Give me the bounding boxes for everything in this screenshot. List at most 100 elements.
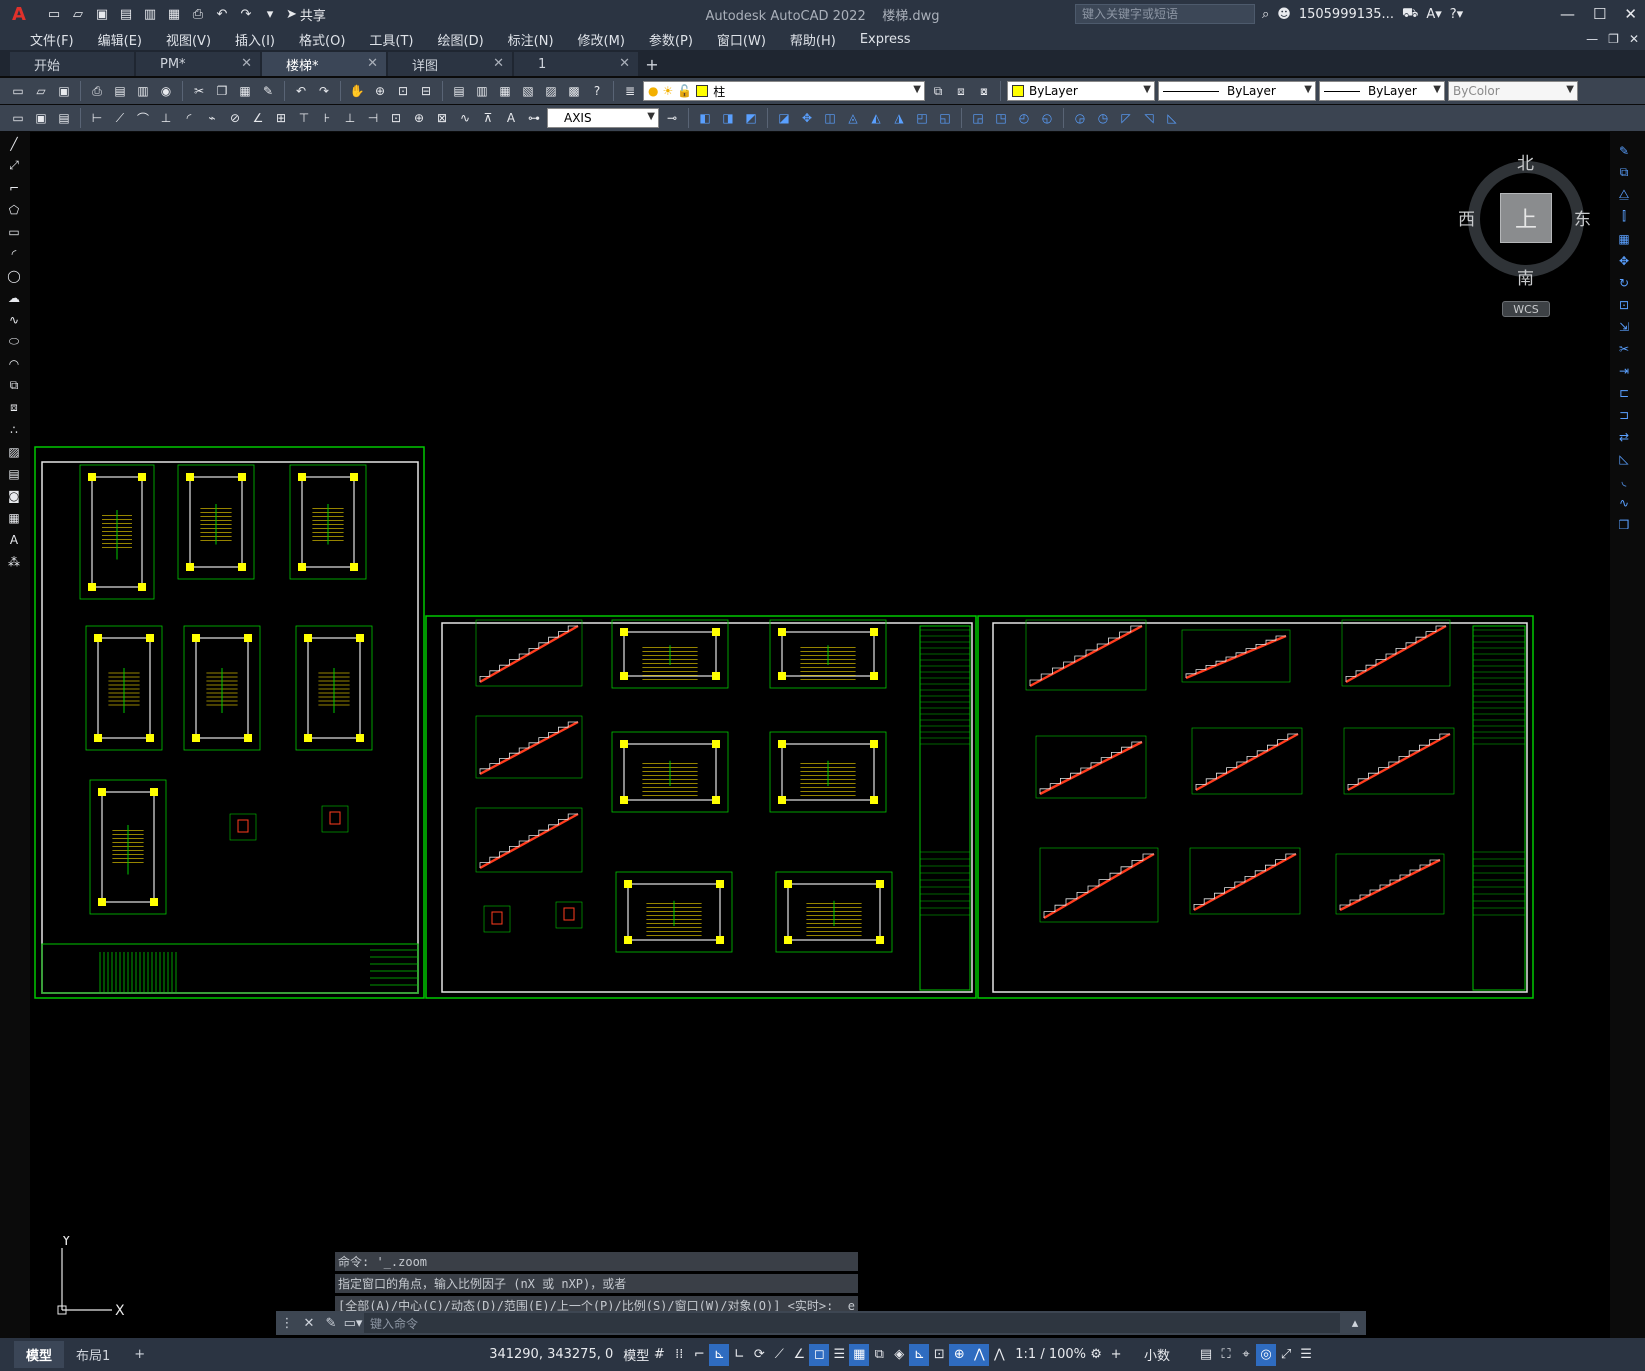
menu-item[interactable]: 修改(M) bbox=[566, 30, 637, 49]
linetype-dropdown[interactable]: ByLayer ▼ bbox=[1158, 81, 1316, 101]
offset-icon[interactable]: ⫿ bbox=[1614, 208, 1634, 225]
dimstyle-manager-icon[interactable]: ⊸ bbox=[662, 108, 682, 128]
box-icon[interactable]: ◫ bbox=[820, 108, 840, 128]
qnew-icon[interactable]: ▭ bbox=[8, 81, 28, 101]
arc-icon[interactable]: ◜ bbox=[4, 245, 24, 262]
intersect-icon[interactable]: ◵ bbox=[1037, 108, 1057, 128]
doc-close-icon[interactable]: ✕ bbox=[1629, 32, 1639, 46]
auto-scale-icon[interactable]: ⋀ bbox=[989, 1344, 1009, 1366]
customization-icon[interactable]: ☰ bbox=[1296, 1344, 1316, 1366]
layer-dropdown[interactable]: ● ☀ 🔓 柱 ▼ bbox=[643, 81, 925, 101]
baseline-icon[interactable]: ⊤ bbox=[294, 108, 314, 128]
multiline-text-icon[interactable]: A bbox=[4, 531, 24, 548]
help-icon[interactable]: ?▾ bbox=[1450, 7, 1463, 22]
units-readout[interactable]: 小数 bbox=[1144, 1345, 1170, 1364]
diameter-icon[interactable]: ⊘ bbox=[225, 108, 245, 128]
close-icon[interactable]: ✕ bbox=[1624, 5, 1637, 23]
spline-icon[interactable]: ∿ bbox=[4, 311, 24, 328]
menu-item[interactable]: 文件(F) bbox=[18, 30, 86, 49]
lineweight-icon[interactable]: ☰ bbox=[829, 1344, 849, 1366]
dim-edit-icon[interactable]: ⊼ bbox=[478, 108, 498, 128]
close-tab-icon[interactable]: ✕ bbox=[493, 56, 504, 71]
model-space-toggle[interactable]: 模型 bbox=[623, 1345, 649, 1364]
snap-icon[interactable]: ⁞⁞ bbox=[669, 1344, 689, 1366]
table-icon[interactable]: ▦ bbox=[4, 509, 24, 526]
polygon-icon[interactable]: ⬠ bbox=[4, 201, 24, 218]
light-icon[interactable]: ◭ bbox=[866, 108, 886, 128]
chamfer-icon[interactable]: ◺ bbox=[1614, 450, 1634, 467]
new-tab-icon[interactable]: + bbox=[640, 52, 664, 76]
viewcube[interactable]: 上 北 南 西 东 WCS bbox=[1458, 154, 1591, 325]
object-snap-icon[interactable]: ◻ bbox=[809, 1343, 830, 1366]
cart-icon[interactable]: ⛟ bbox=[1402, 6, 1418, 23]
markup-icon[interactable]: ▨ bbox=[541, 81, 561, 101]
infer-icon[interactable]: ⌐ bbox=[689, 1344, 709, 1366]
compass-east[interactable]: 东 bbox=[1574, 205, 1591, 230]
menu-item[interactable]: 标注(N) bbox=[496, 30, 566, 49]
ordinate-icon[interactable]: ⊥ bbox=[156, 108, 176, 128]
3d-osnap-icon[interactable]: ◈ bbox=[889, 1344, 909, 1366]
circle-icon[interactable]: ◯ bbox=[4, 267, 24, 284]
redo-icon[interactable]: ↷ bbox=[236, 4, 256, 24]
menu-item[interactable]: 视图(V) bbox=[154, 30, 223, 49]
render-icon[interactable]: ◬ bbox=[843, 108, 863, 128]
camera-icon[interactable]: ◰ bbox=[912, 108, 932, 128]
ellipse-icon[interactable]: ⬭ bbox=[4, 333, 24, 350]
quick-dim-icon[interactable]: ⊞ bbox=[271, 108, 291, 128]
annotation-visibility-icon[interactable]: ⋀ bbox=[969, 1343, 990, 1366]
match-properties-icon[interactable]: ✎ bbox=[258, 81, 278, 101]
move-icon[interactable]: ✥ bbox=[1614, 252, 1634, 269]
line-icon[interactable]: ╱ bbox=[4, 135, 24, 152]
menu-item[interactable]: 绘图(D) bbox=[426, 30, 496, 49]
rectangle-icon[interactable]: ▭ bbox=[4, 223, 24, 240]
shade-icon[interactable]: ◧ bbox=[695, 108, 715, 128]
lock-ui-icon[interactable]: ⛶ bbox=[1216, 1344, 1236, 1366]
fillet-icon[interactable]: ◟ bbox=[1614, 472, 1634, 489]
gradient-icon[interactable]: ▤ bbox=[4, 465, 24, 482]
sweep-icon[interactable]: ◸ bbox=[1116, 108, 1136, 128]
menu-item[interactable]: Express bbox=[848, 32, 923, 47]
ellipse-arc-icon[interactable]: ◠ bbox=[4, 355, 24, 372]
isolate-objects-icon[interactable]: ⌖ bbox=[1236, 1344, 1256, 1366]
jogged-linear-icon[interactable]: ∿ bbox=[455, 108, 475, 128]
grip-icon[interactable]: ⋮ bbox=[276, 1316, 298, 1331]
layer-states-icon[interactable]: ⧇ bbox=[974, 81, 994, 101]
dim-update-icon[interactable]: ⊶ bbox=[524, 108, 544, 128]
erase-icon[interactable]: ✎ bbox=[1614, 142, 1634, 159]
compass-north[interactable]: 北 bbox=[1517, 149, 1534, 174]
union-icon[interactable]: ◳ bbox=[991, 108, 1011, 128]
recent-commands-icon[interactable]: ▭▾ bbox=[342, 1316, 364, 1331]
subtract-icon[interactable]: ◴ bbox=[1014, 108, 1034, 128]
autodesk-app-icon[interactable]: A▾ bbox=[1426, 7, 1441, 22]
save-as-icon[interactable]: ▤ bbox=[116, 4, 136, 24]
object-snap-tracking-icon[interactable]: ∠ bbox=[789, 1344, 809, 1366]
viewcube-top-face[interactable]: 上 bbox=[1500, 193, 1552, 243]
menu-item[interactable]: 参数(P) bbox=[637, 30, 705, 49]
shade2-icon[interactable]: ◨ bbox=[718, 108, 738, 128]
maximize-icon[interactable]: ☐ bbox=[1593, 5, 1606, 23]
join-icon[interactable]: ⇄ bbox=[1614, 428, 1634, 445]
open-file-icon[interactable]: ▱ bbox=[68, 4, 88, 24]
extend-icon[interactable]: ⇥ bbox=[1614, 362, 1634, 379]
radius-icon[interactable]: ◜ bbox=[179, 108, 199, 128]
revolve-icon[interactable]: ◷ bbox=[1093, 108, 1113, 128]
customize-qat-icon[interactable]: ▾ bbox=[260, 4, 280, 24]
solid-icon[interactable]: ◲ bbox=[968, 108, 988, 128]
clean-screen-icon[interactable]: ⤢ bbox=[1276, 1344, 1296, 1366]
make-block-icon[interactable]: ⧈ bbox=[4, 399, 24, 416]
quick-properties-icon[interactable]: ▤ bbox=[1196, 1344, 1216, 1366]
dynamic-ucs-icon[interactable]: ⊾ bbox=[909, 1343, 930, 1366]
menu-item[interactable]: 窗口(W) bbox=[705, 30, 778, 49]
compass-south[interactable]: 南 bbox=[1517, 264, 1534, 289]
layer-tool-icon[interactable]: ▭ bbox=[8, 108, 28, 128]
redo-icon[interactable]: ↷ bbox=[314, 81, 334, 101]
command-input[interactable]: 键入命令 bbox=[364, 1313, 1340, 1333]
mirror-icon[interactable]: ⧋ bbox=[1614, 186, 1634, 203]
center-mark-icon[interactable]: ⊕ bbox=[409, 108, 429, 128]
isodraft-icon[interactable]: ⟋ bbox=[769, 1344, 789, 1366]
break-at-point-icon[interactable]: ⊏ bbox=[1614, 384, 1634, 401]
zoom-realtime-icon[interactable]: ⊕ bbox=[370, 81, 390, 101]
angular-icon[interactable]: ∠ bbox=[248, 108, 268, 128]
graphics-performance-icon[interactable]: ◎ bbox=[1256, 1343, 1277, 1366]
undo-icon[interactable]: ↶ bbox=[291, 81, 311, 101]
